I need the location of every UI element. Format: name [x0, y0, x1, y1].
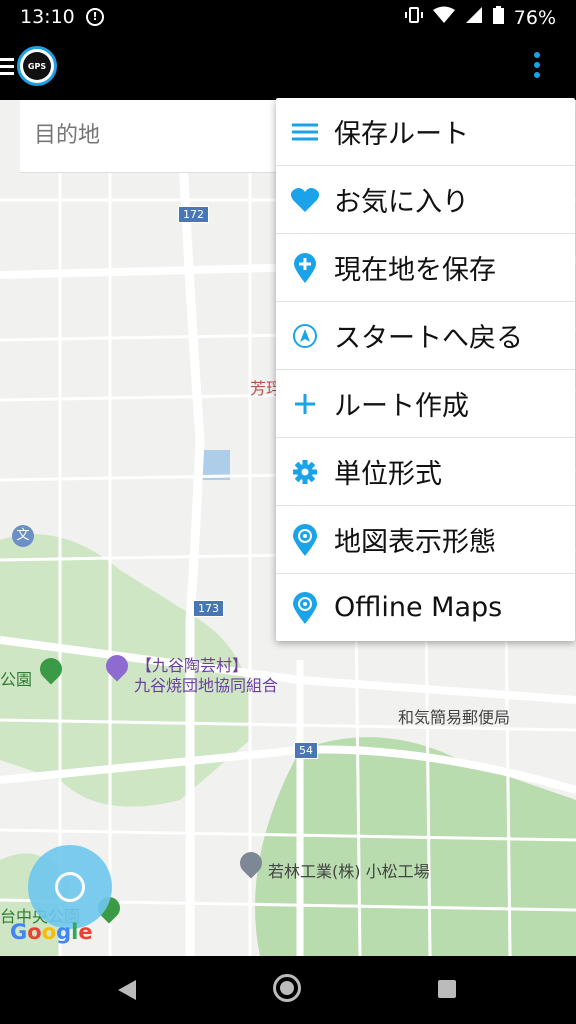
- crosshair-icon: [55, 872, 85, 902]
- status-time: 13:10: [20, 6, 75, 28]
- menu-item-save-location[interactable]: 現在地を保存: [276, 234, 575, 302]
- destination-input[interactable]: [32, 122, 276, 149]
- menu-item-label: 保存ルート: [334, 119, 469, 150]
- google-logo: Google: [10, 920, 93, 944]
- app-logo: GPS: [17, 46, 57, 86]
- menu-item-label: 現在地を保存: [334, 255, 496, 286]
- menu-item-label: ルート作成: [334, 391, 469, 422]
- add-location-icon: [276, 252, 334, 283]
- system-nav-bar: [0, 956, 576, 1024]
- gear-icon: [276, 459, 334, 485]
- school-icon: 文: [12, 525, 34, 547]
- road-54-badge: 54: [294, 742, 318, 759]
- back-icon[interactable]: [118, 980, 136, 1000]
- battery-percent: 76%: [513, 6, 556, 29]
- menu-item-saved-routes[interactable]: 保存ルート: [276, 98, 575, 166]
- battery-icon: [492, 6, 504, 29]
- overflow-menu-icon[interactable]: [532, 52, 542, 82]
- menu-item-favorites[interactable]: お気に入り: [276, 166, 575, 234]
- wifi-icon: [432, 6, 455, 29]
- road-172-badge: 172: [178, 206, 209, 223]
- my-location-button[interactable]: [28, 845, 112, 929]
- home-icon[interactable]: [273, 974, 301, 1002]
- recents-icon[interactable]: [438, 980, 456, 998]
- overflow-menu: 保存ルート お気に入り 現在地を保存 スタートへ戻る ルート作成 単位形式 地図…: [276, 98, 575, 641]
- signal-icon: [465, 6, 483, 29]
- menu-item-label: 単位形式: [334, 459, 442, 490]
- map-label-kutani-association[interactable]: 九谷焼団地協同組合: [134, 672, 278, 696]
- vibrate-icon: [404, 6, 423, 29]
- menu-item-return-start[interactable]: スタートへ戻る: [276, 302, 575, 370]
- navigation-icon: [276, 323, 334, 349]
- menu-item-offline-maps[interactable]: Offline Maps: [276, 574, 575, 641]
- plus-icon: [276, 393, 334, 415]
- menu-item-map-type[interactable]: 地図表示形態: [276, 506, 575, 574]
- list-icon: [276, 122, 334, 142]
- road-173-badge: 173: [193, 600, 224, 617]
- app-bar: GPS: [0, 36, 576, 100]
- menu-item-units[interactable]: 単位形式: [276, 438, 575, 506]
- map-pin-icon: [276, 523, 334, 556]
- menu-item-create-route[interactable]: ルート作成: [276, 370, 575, 438]
- status-bar: 13:10 ! 76%: [0, 0, 576, 36]
- menu-item-label: 地図表示形態: [334, 527, 496, 558]
- menu-item-label: スタートへ戻る: [334, 323, 523, 354]
- menu-icon[interactable]: [0, 58, 14, 79]
- map-label-factory[interactable]: 若林工業(株) 小松工場: [268, 858, 430, 882]
- menu-item-label: お気に入り: [334, 187, 469, 218]
- logo-text: GPS: [23, 52, 51, 80]
- destination-search[interactable]: [20, 100, 280, 173]
- alert-icon: !: [86, 8, 104, 26]
- map-pin-icon: [276, 591, 334, 624]
- heart-icon: [276, 187, 334, 213]
- map-label-park[interactable]: 公園: [0, 666, 32, 690]
- menu-item-label: Offline Maps: [334, 592, 503, 623]
- map-label-post-office[interactable]: 和気簡易郵便局: [398, 704, 510, 728]
- status-icons: 76%: [404, 6, 556, 29]
